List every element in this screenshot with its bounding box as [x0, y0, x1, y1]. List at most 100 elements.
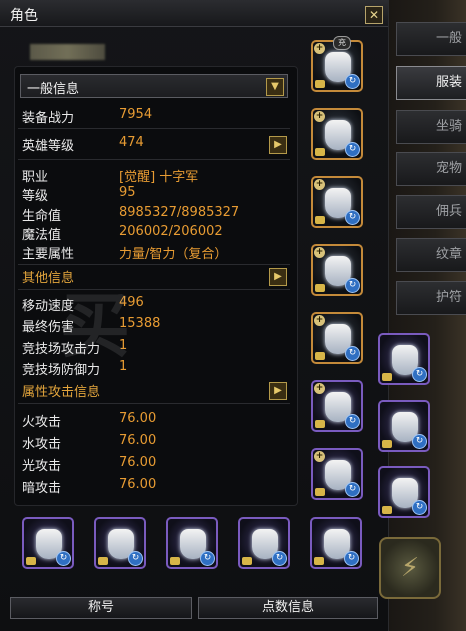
stat-value: 76.00	[119, 411, 157, 426]
lock-icon	[315, 420, 325, 428]
stat-value: 1	[119, 338, 128, 353]
stat-row-level: 等级 95	[22, 185, 136, 204]
costume-slot-shield[interactable]: + ↻	[311, 448, 363, 500]
lightning-slot[interactable]: ⚡	[379, 537, 441, 599]
stat-value: 496	[119, 295, 144, 310]
stat-label: 魔法值	[22, 228, 62, 243]
slot-badge: 充	[333, 36, 351, 50]
tab-emblem[interactable]: 纹章	[396, 238, 466, 272]
stat-label: 主要属性	[22, 247, 75, 262]
stat-label: 暗攻击	[22, 481, 62, 496]
swap-icon[interactable]: ↻	[345, 278, 360, 293]
plus-icon[interactable]: +	[314, 315, 325, 326]
lock-icon	[382, 373, 392, 381]
chevron-right-icon: ▶	[274, 271, 282, 282]
swap-icon[interactable]: ↻	[272, 551, 287, 566]
stat-value: 76.00	[119, 455, 157, 470]
stat-row-water-attack: 水攻击 76.00	[22, 433, 156, 452]
plus-icon[interactable]: +	[314, 43, 325, 54]
costume-slot-shoes[interactable]: + ↻	[311, 312, 363, 364]
costume-slot-accessory-1[interactable]: ↻	[22, 517, 74, 569]
lock-icon	[315, 216, 325, 224]
tab-mercenary[interactable]: 佣兵	[396, 195, 466, 229]
plus-icon[interactable]: +	[314, 179, 325, 190]
costume-slot-weapon[interactable]: + ↻	[311, 380, 363, 432]
stat-label: 职业	[22, 170, 49, 185]
section-label: 属性攻击信息	[22, 385, 101, 400]
swap-icon[interactable]: ↻	[128, 551, 143, 566]
swap-icon[interactable]: ↻	[345, 210, 360, 225]
lock-icon	[315, 148, 325, 156]
stat-row-light-attack: 光攻击 76.00	[22, 455, 156, 474]
divider	[18, 159, 290, 160]
character-name-blurred	[30, 44, 105, 60]
title-bar[interactable]: 角色 ✕	[0, 0, 388, 27]
section-element-attack[interactable]: 属性攻击信息	[22, 381, 101, 400]
swap-icon[interactable]: ↻	[412, 500, 427, 515]
element-attack-expand-button[interactable]: ▶	[269, 382, 287, 400]
section-other-info[interactable]: 其他信息	[22, 267, 74, 286]
costume-slot-tail[interactable]: ↻	[378, 400, 430, 452]
plus-icon[interactable]: +	[314, 247, 325, 258]
costume-slot-bottom[interactable]: + ↻	[311, 176, 363, 228]
costume-slot-aura[interactable]: ↻	[378, 466, 430, 518]
chevron-down-icon[interactable]: ▼	[266, 78, 284, 96]
tab-general[interactable]: 一般	[396, 22, 466, 56]
stat-row-arena-defense: 竞技场防御力 1	[22, 359, 127, 378]
plus-icon[interactable]: +	[314, 383, 325, 394]
plus-icon[interactable]: +	[314, 451, 325, 462]
costume-slot-accessory-3[interactable]: ↻	[166, 517, 218, 569]
stat-value: 206002/206002	[119, 224, 223, 239]
chevron-right-icon: ▶	[274, 139, 282, 150]
stat-value: 474	[119, 135, 144, 150]
character-window: 角色 ✕ 一般信息 ▼ 装备战力 7954 英雄等级 474 ▶ 职业 [觉醒]…	[0, 0, 389, 631]
costume-slot-head[interactable]: 充 + ↻	[311, 36, 363, 92]
swap-icon[interactable]: ↻	[345, 346, 360, 361]
swap-icon[interactable]: ↻	[412, 434, 427, 449]
title-button[interactable]: 称号	[10, 597, 192, 619]
lock-icon	[382, 440, 392, 448]
plus-icon[interactable]: +	[314, 111, 325, 122]
swap-icon[interactable]: ↻	[412, 367, 427, 382]
lock-icon	[26, 557, 36, 565]
swap-icon[interactable]: ↻	[345, 482, 360, 497]
costume-slot-accessory-2[interactable]: ↻	[94, 517, 146, 569]
divider	[18, 289, 290, 290]
lock-icon	[315, 488, 325, 496]
stat-label: 移动速度	[22, 299, 75, 314]
stat-value: 8985327/8985327	[119, 205, 240, 220]
divider	[18, 403, 290, 404]
costume-slot-wings[interactable]: ↻	[378, 333, 430, 385]
stat-label: 装备战力	[22, 111, 75, 126]
swap-icon[interactable]: ↻	[200, 551, 215, 566]
swap-icon[interactable]: ↻	[345, 414, 360, 429]
stat-row-final-damage: 最终伤害 15388	[22, 316, 160, 335]
other-info-expand-button[interactable]: ▶	[269, 268, 287, 286]
tab-costume[interactable]: 服装	[396, 66, 466, 100]
lock-icon	[242, 557, 252, 565]
stat-row-fire-attack: 火攻击 76.00	[22, 411, 156, 430]
tab-talisman[interactable]: 护符	[396, 281, 466, 315]
swap-icon[interactable]: ↻	[56, 551, 71, 566]
divider	[18, 128, 290, 129]
swap-icon[interactable]: ↻	[344, 551, 359, 566]
swap-icon[interactable]: ↻	[345, 142, 360, 157]
tab-pet[interactable]: 宠物	[396, 152, 466, 186]
costume-slot-accessory-5[interactable]: ↻	[310, 517, 362, 569]
stat-label: 火攻击	[22, 415, 62, 430]
costume-slot-top[interactable]: + ↻	[311, 108, 363, 160]
stat-row-arena-attack: 竞技场攻击力 1	[22, 338, 127, 357]
swap-icon[interactable]: ↻	[345, 74, 360, 89]
close-button[interactable]: ✕	[365, 6, 383, 24]
stat-row-hp: 生命值 8985327/8985327	[22, 205, 239, 224]
stat-row-dark-attack: 暗攻击 76.00	[22, 477, 156, 496]
window-title: 角色	[10, 8, 38, 24]
stat-value: 95	[119, 185, 136, 200]
costume-slot-accessory-4[interactable]: ↻	[238, 517, 290, 569]
points-info-button[interactable]: 点数信息	[198, 597, 378, 619]
costume-slot-gloves[interactable]: + ↻	[311, 244, 363, 296]
info-category-dropdown[interactable]: 一般信息 ▼	[20, 74, 288, 98]
stat-label: 最终伤害	[22, 320, 75, 335]
tab-mount[interactable]: 坐骑	[396, 110, 466, 144]
hero-level-expand-button[interactable]: ▶	[269, 136, 287, 154]
